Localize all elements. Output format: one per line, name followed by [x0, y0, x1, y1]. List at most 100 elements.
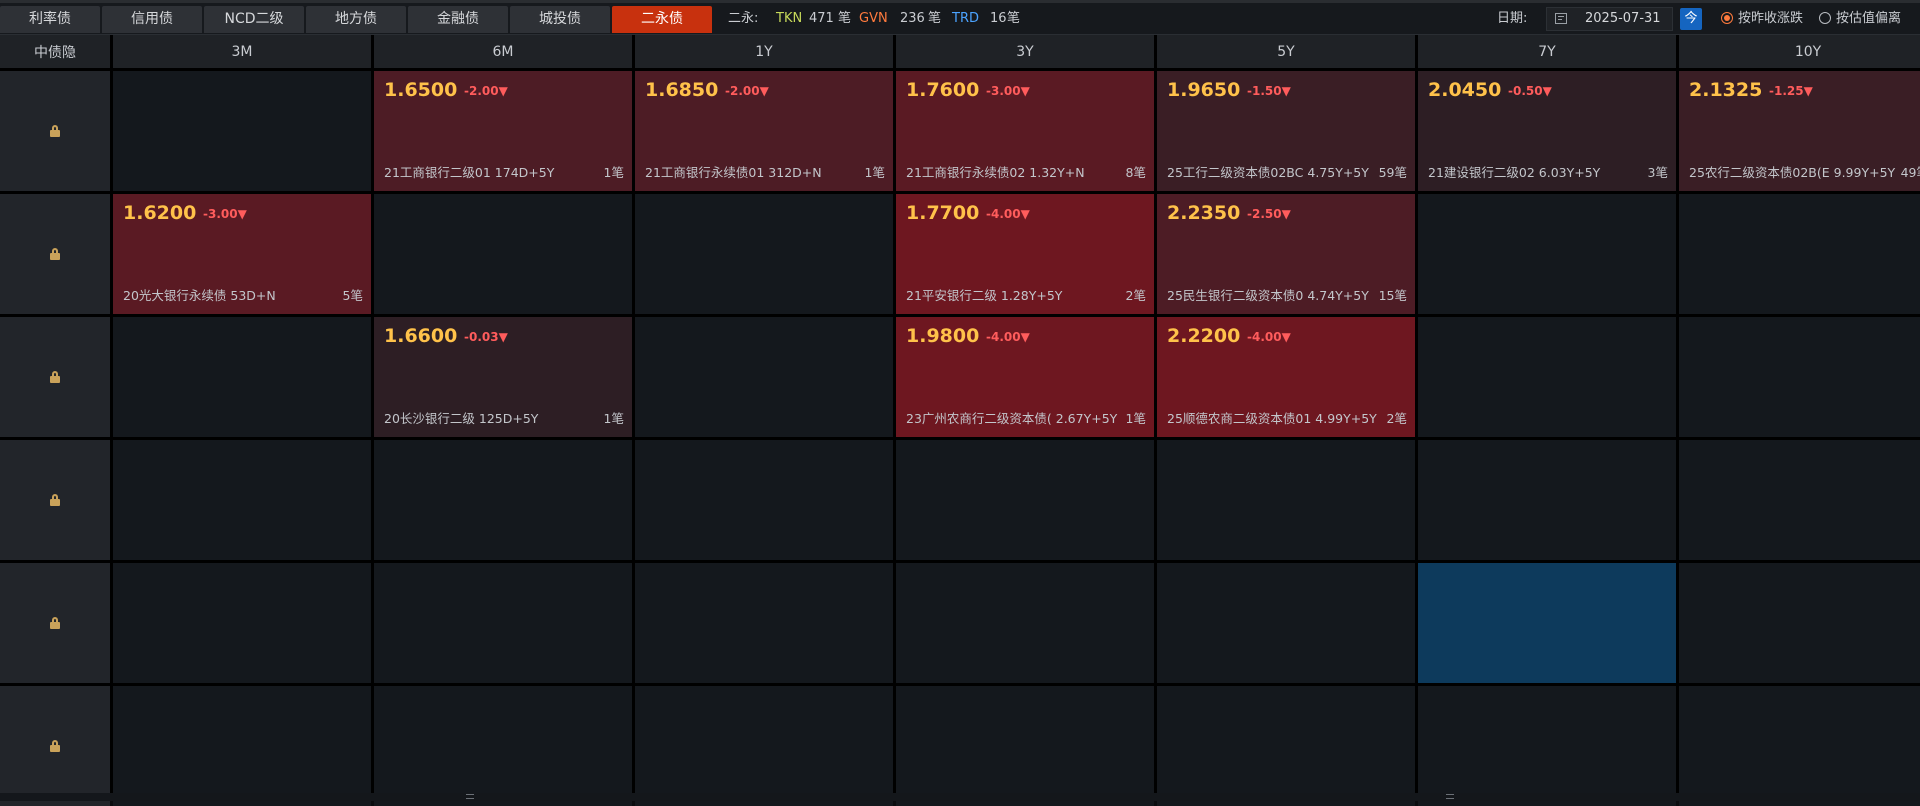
quote-price: 2.2350: [1167, 202, 1241, 224]
quote-cell[interactable]: 1.7700 -4.00▼ 21平安银行二级 1.28Y+5Y 2笔: [896, 194, 1154, 314]
tab-rate-bond[interactable]: 利率债: [0, 6, 100, 33]
tab-ncd-secondary[interactable]: NCD二级: [204, 6, 304, 33]
empty-cell[interactable]: [113, 440, 371, 560]
header-7y[interactable]: 7Y: [1418, 35, 1676, 68]
quote-change: -2.00▼: [464, 84, 508, 98]
empty-cell[interactable]: [635, 686, 893, 806]
tab-financial-bond[interactable]: 金融债: [408, 6, 508, 33]
header-3y[interactable]: 3Y: [896, 35, 1154, 68]
trade-count: 5笔: [338, 285, 363, 304]
today-button[interactable]: 今: [1680, 8, 1702, 30]
splitter-handle-icon[interactable]: [466, 794, 474, 799]
quote-cell[interactable]: 1.6200 -3.00▼ 20光大银行永续债 53D+N 5笔: [113, 194, 371, 314]
empty-cell[interactable]: [635, 440, 893, 560]
row-label[interactable]: [0, 317, 110, 437]
quote-cell[interactable]: 2.0450 -0.50▼ 21建设银行二级02 6.03Y+5Y 3笔: [1418, 71, 1676, 191]
quote-change: -2.00▼: [725, 84, 769, 98]
row-label[interactable]: [0, 686, 110, 806]
header-5y[interactable]: 5Y: [1157, 35, 1415, 68]
lock-icon: [50, 617, 60, 629]
quote-cell[interactable]: 1.7600 -3.00▼ 21工商银行永续债02 1.32Y+N 8笔: [896, 71, 1154, 191]
date-value[interactable]: 2025-07-31: [1585, 8, 1661, 30]
date-picker[interactable]: 2025-07-31: [1546, 7, 1673, 31]
empty-cell[interactable]: [374, 440, 632, 560]
empty-cell[interactable]: [113, 317, 371, 437]
trade-count: 49笔: [1896, 162, 1920, 181]
radio-valuation-deviation-label[interactable]: 按估值偏离: [1836, 0, 1901, 37]
empty-cell[interactable]: [1418, 317, 1676, 437]
quote-cell[interactable]: 2.1325 -1.25▼ 25农行二级资本债02B(E 9.99Y+5Y 49…: [1679, 71, 1920, 191]
empty-cell[interactable]: [1679, 317, 1920, 437]
empty-cell[interactable]: [1679, 194, 1920, 314]
header-1y[interactable]: 1Y: [635, 35, 893, 68]
lock-icon: [50, 371, 60, 383]
splitter-handle-icon[interactable]: [1446, 794, 1454, 799]
empty-cell[interactable]: [1679, 440, 1920, 560]
quote-cell[interactable]: 2.2200 -4.00▼ 25顺德农商二级资本债01 4.99Y+5Y 2笔: [1157, 317, 1415, 437]
empty-cell[interactable]: [374, 563, 632, 683]
quote-price: 1.6850: [645, 79, 719, 101]
quote-cell[interactable]: 1.6850 -2.00▼ 21工商银行永续债01 312D+N 1笔: [635, 71, 893, 191]
top-toolbar: 利率债 信用债 NCD二级 地方债 金融债 城投债 二永债 二永: TKN 47…: [0, 0, 1920, 35]
quote-price: 1.6600: [384, 325, 458, 347]
quote-cell[interactable]: 1.6600 -0.03▼ 20长沙银行二级 125D+5Y 1笔: [374, 317, 632, 437]
empty-cell[interactable]: [113, 686, 371, 806]
empty-cell[interactable]: [896, 686, 1154, 806]
tab-local-gov-bond[interactable]: 地方债: [306, 6, 406, 33]
header-10y[interactable]: 10Y: [1679, 35, 1920, 68]
summary-gvn-name: GVN: [859, 11, 888, 26]
quote-cell[interactable]: 1.9800 -4.00▼ 23广州农商行二级资本债( 2.67Y+5Y 1笔: [896, 317, 1154, 437]
empty-cell[interactable]: [1418, 686, 1676, 806]
calendar-icon[interactable]: [1555, 13, 1567, 24]
empty-cell[interactable]: [1418, 194, 1676, 314]
empty-cell[interactable]: [635, 317, 893, 437]
quote-cell[interactable]: 1.6500 -2.00▼ 21工商银行二级01 174D+5Y 1笔: [374, 71, 632, 191]
bond-name: 25民生银行二级资本债0 4.74Y+5Y: [1167, 288, 1369, 303]
quote-cell[interactable]: 1.9650 -1.50▼ 25工行二级资本债02BC 4.75Y+5Y 59笔: [1157, 71, 1415, 191]
quote-price: 1.6200: [123, 202, 197, 224]
row-label[interactable]: [0, 563, 110, 683]
radio-valuation-deviation[interactable]: [1819, 12, 1831, 24]
bond-name: 20长沙银行二级 125D+5Y: [384, 411, 539, 426]
empty-cell[interactable]: [1157, 440, 1415, 560]
header-3m[interactable]: 3M: [113, 35, 371, 68]
empty-cell[interactable]: [374, 686, 632, 806]
trade-count: 15笔: [1374, 285, 1407, 304]
selected-cell[interactable]: [1418, 563, 1676, 683]
tab-tier2-perpetual-bond[interactable]: 二永债: [612, 6, 712, 33]
quote-cell[interactable]: 2.2350 -2.50▼ 25民生银行二级资本债0 4.74Y+5Y 15笔: [1157, 194, 1415, 314]
empty-cell[interactable]: [113, 563, 371, 683]
quote-price: 1.9800: [906, 325, 980, 347]
empty-cell[interactable]: [1679, 686, 1920, 806]
empty-cell[interactable]: [896, 440, 1154, 560]
empty-cell[interactable]: [1418, 440, 1676, 560]
row-label[interactable]: [0, 71, 110, 191]
empty-cell[interactable]: [1157, 563, 1415, 683]
summary-label: 二永:: [728, 11, 759, 26]
summary-gvn-unit: 笔: [928, 11, 942, 26]
bond-name: 23广州农商行二级资本债( 2.67Y+5Y: [906, 411, 1118, 426]
empty-cell[interactable]: [113, 71, 371, 191]
radio-prev-close[interactable]: [1721, 12, 1733, 24]
empty-cell[interactable]: [1157, 686, 1415, 806]
bottom-splitter-bar: [0, 793, 1920, 801]
lock-icon: [50, 494, 60, 506]
empty-cell[interactable]: [896, 563, 1154, 683]
tab-urban-investment-bond[interactable]: 城投债: [510, 6, 610, 33]
empty-cell[interactable]: [635, 563, 893, 683]
empty-cell[interactable]: [635, 194, 893, 314]
header-zhongzhai-implied[interactable]: 中债隐: [0, 35, 110, 68]
header-6m[interactable]: 6M: [374, 35, 632, 68]
quote-price: 2.1325: [1689, 79, 1763, 101]
trade-count: 2笔: [1121, 285, 1146, 304]
row-label[interactable]: [0, 194, 110, 314]
quote-price: 1.7600: [906, 79, 980, 101]
radio-prev-close-label[interactable]: 按昨收涨跌: [1738, 0, 1803, 37]
empty-cell[interactable]: [374, 194, 632, 314]
tab-credit-bond[interactable]: 信用债: [102, 6, 202, 33]
row-label[interactable]: [0, 440, 110, 560]
quote-change: -4.00▼: [1247, 330, 1291, 344]
empty-cell[interactable]: [1679, 563, 1920, 683]
trade-count: 8笔: [1121, 162, 1146, 181]
trade-count: 1笔: [599, 408, 624, 427]
